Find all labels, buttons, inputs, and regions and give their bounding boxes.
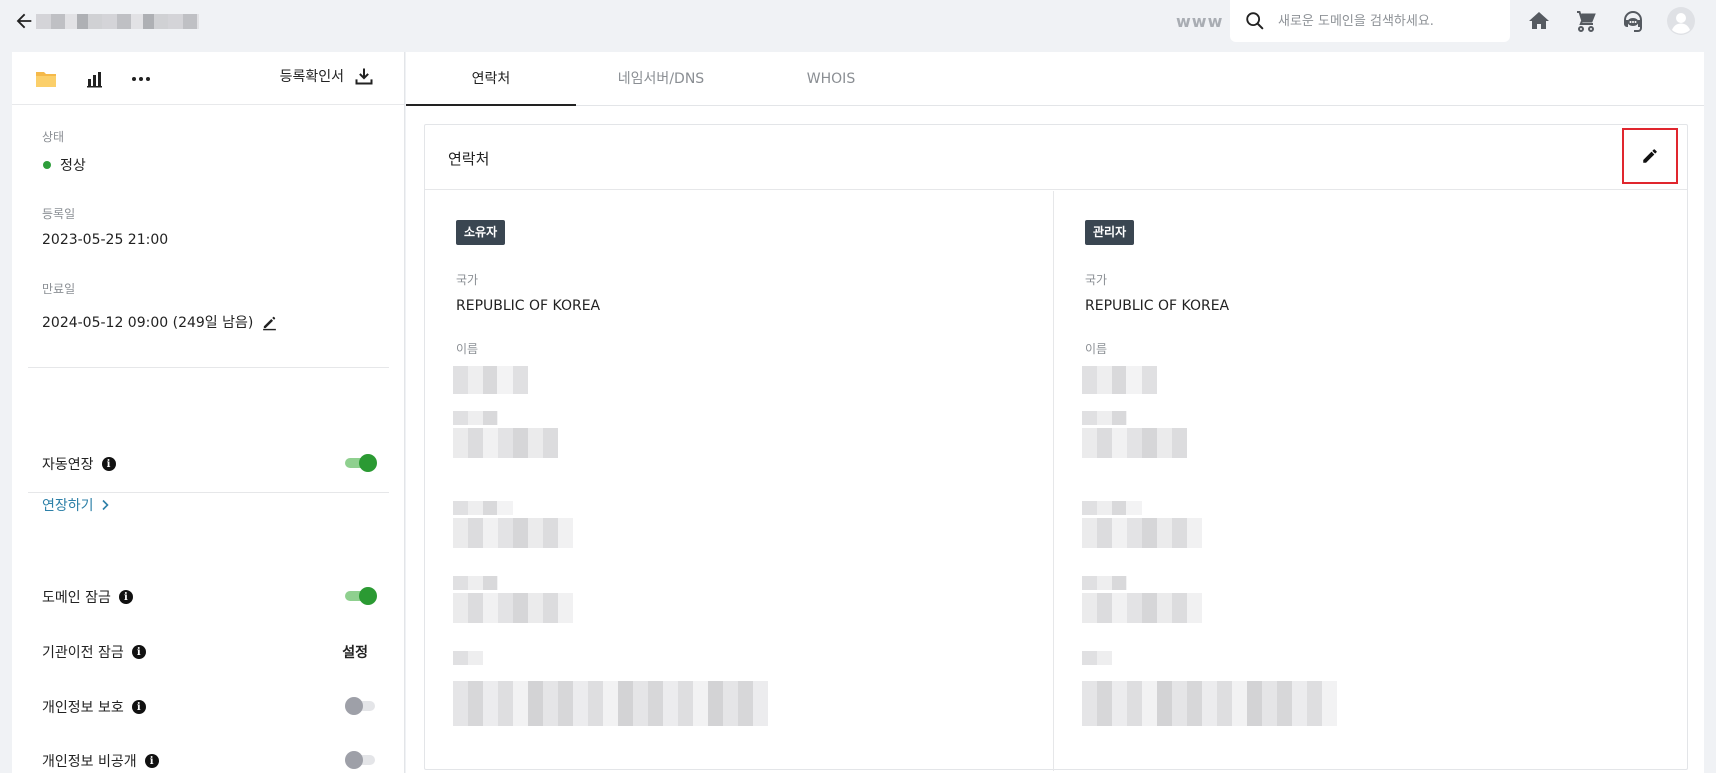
- redacted-owner-field: [453, 518, 573, 548]
- redacted-admin-field: [1082, 518, 1202, 548]
- domain-lock-row: 도메인 잠금 i: [42, 587, 133, 607]
- redacted-owner-field: [453, 428, 558, 458]
- detail-tabs: 연락처 네임서버/DNS WHOIS: [406, 52, 1704, 106]
- domain-info-panel: 등록확인서 상태 정상 등록일 2023-05-25 21:00 만료일 202…: [12, 52, 405, 773]
- redacted-owner-field-label: [453, 411, 498, 425]
- privacy-protection-label: 개인정보 보호: [42, 700, 124, 716]
- cart-icon[interactable]: [1574, 9, 1598, 33]
- more-options-icon[interactable]: [129, 67, 153, 91]
- home-icon[interactable]: [1527, 9, 1551, 33]
- panel-toolbar: 등록확인서: [12, 52, 404, 105]
- owner-country-value: REPUBLIC OF KOREA: [456, 298, 601, 314]
- download-icon: [355, 68, 373, 85]
- redacted-owner-field-label: [453, 501, 513, 515]
- privacy-protection-toggle[interactable]: [345, 697, 377, 715]
- expiry-date-text: 2024-05-12 09:00 (249일 남음): [42, 315, 254, 331]
- info-icon[interactable]: i: [118, 590, 133, 604]
- redacted-owner-field-label: [453, 576, 498, 590]
- back-arrow-icon[interactable]: [13, 10, 35, 32]
- privacy-nondisclosure-row: 개인정보 비공개 i: [42, 751, 159, 771]
- domain-lock-toggle[interactable]: [345, 587, 377, 605]
- redacted-owner-field-label: [453, 651, 483, 665]
- edit-expiry-icon[interactable]: [261, 314, 278, 331]
- toggle-knob: [359, 587, 377, 605]
- certificate-download-button[interactable]: 등록확인서: [280, 66, 374, 86]
- registrar-lock-setting-button[interactable]: 설정: [342, 642, 368, 662]
- contact-card-header: 연락처: [425, 125, 1687, 190]
- admin-name-label: 이름: [1085, 342, 1108, 356]
- privacy-nondisclosure-toggle[interactable]: [345, 751, 377, 769]
- status-indicator-dot: [43, 161, 51, 169]
- auto-renew-toggle[interactable]: [345, 454, 377, 472]
- edit-contact-button[interactable]: [1622, 128, 1678, 184]
- tab-whois[interactable]: WHOIS: [746, 52, 916, 106]
- chevron-right-icon: [101, 499, 109, 511]
- owner-badge: 소유자: [456, 220, 506, 245]
- status-label: 상태: [42, 130, 65, 144]
- expiry-date-value: 2024-05-12 09:00 (249일 남음): [42, 312, 278, 332]
- redacted-admin-field-label: [1082, 501, 1142, 515]
- auto-renew-label: 자동연장: [42, 457, 94, 473]
- registrar-lock-row: 기관이전 잠금 i: [42, 642, 146, 662]
- contact-card: 연락처 소유자 국가 REPUBLIC OF KOREA 이름 관리자 국가 R…: [424, 124, 1688, 771]
- domain-search-box[interactable]: [1230, 0, 1510, 42]
- info-icon[interactable]: i: [131, 700, 146, 714]
- redacted-admin-field-label: [1082, 576, 1127, 590]
- registered-date-label: 등록일: [42, 207, 76, 221]
- search-icon: [1246, 12, 1264, 30]
- auto-renew-row: 자동연장 i: [42, 454, 116, 474]
- tab-nameserver-dns[interactable]: 네임서버/DNS: [576, 52, 746, 106]
- contact-card-title: 연락처: [448, 150, 490, 168]
- section-divider: [28, 492, 389, 493]
- domain-lock-label: 도메인 잠금: [42, 590, 111, 606]
- pencil-icon: [1643, 149, 1657, 163]
- redacted-admin-address: [1082, 681, 1337, 726]
- domain-detail-panel: 연락처 네임서버/DNS WHOIS 연락처 소유자 국가 REPUBLIC O…: [406, 52, 1704, 773]
- renew-link[interactable]: 연장하기: [42, 495, 110, 515]
- toggle-knob: [359, 454, 377, 472]
- expiry-date-label: 만료일: [42, 282, 76, 296]
- tab-contact[interactable]: 연락처: [406, 52, 576, 106]
- toggle-knob: [345, 751, 363, 769]
- registered-date-text: 2023-05-25 21:00: [42, 232, 169, 248]
- certificate-label: 등록확인서: [279, 69, 344, 85]
- redacted-admin-field-label: [1082, 651, 1112, 665]
- privacy-nondisclosure-label: 개인정보 비공개: [42, 754, 137, 770]
- renew-link-text: 연장하기: [42, 498, 94, 514]
- info-icon[interactable]: i: [144, 754, 159, 768]
- info-icon[interactable]: i: [101, 457, 116, 471]
- redacted-admin-name: [1082, 366, 1157, 394]
- owner-name-label: 이름: [456, 342, 479, 356]
- user-avatar-icon[interactable]: [1667, 7, 1695, 35]
- folder-icon[interactable]: [34, 67, 58, 91]
- www-label: www: [1176, 12, 1224, 31]
- top-bar: www: [0, 0, 1716, 42]
- bar-chart-icon[interactable]: [83, 67, 107, 91]
- support-chat-icon[interactable]: [1621, 9, 1645, 33]
- owner-country-label: 국가: [456, 273, 479, 287]
- admin-country-value: REPUBLIC OF KOREA: [1085, 298, 1230, 314]
- domain-title-redacted: [36, 14, 199, 29]
- status-text: 정상: [60, 158, 86, 174]
- admin-badge: 관리자: [1085, 220, 1135, 245]
- column-divider: [1053, 191, 1054, 771]
- domain-search-input[interactable]: [1278, 13, 1498, 29]
- toggle-knob: [345, 697, 363, 715]
- registered-date-value: 2023-05-25 21:00: [42, 232, 168, 248]
- redacted-admin-field: [1082, 428, 1187, 458]
- admin-country-label: 국가: [1085, 273, 1108, 287]
- section-divider: [28, 367, 389, 368]
- status-value: 정상: [42, 155, 86, 175]
- privacy-protection-row: 개인정보 보호 i: [42, 697, 146, 717]
- redacted-admin-field-label: [1082, 411, 1127, 425]
- redacted-owner-field: [453, 593, 573, 623]
- redacted-owner-name: [453, 366, 528, 394]
- redacted-owner-address: [453, 681, 768, 726]
- info-icon[interactable]: i: [131, 645, 146, 659]
- redacted-admin-field: [1082, 593, 1202, 623]
- registrar-lock-label: 기관이전 잠금: [42, 645, 124, 661]
